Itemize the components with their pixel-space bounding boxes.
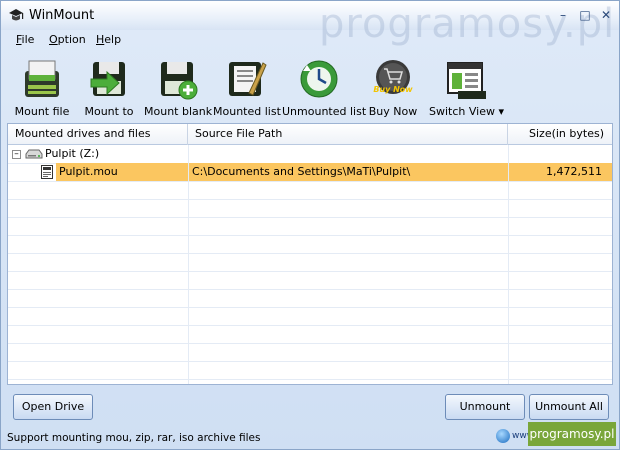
maximize-button[interactable]: □ [577,7,593,23]
shopping-cart-icon: Buy Now [373,60,413,94]
table-header: Mounted drives and files Source File Pat… [8,124,612,145]
minimize-button[interactable]: – [555,7,571,23]
divider [8,217,612,218]
divider [8,379,612,380]
unmounted-list-button[interactable]: Unmounted list [282,51,367,123]
drive-icon [25,149,43,159]
mount-file-label: Mount file [14,105,70,118]
unmount-button[interactable]: Unmount [445,394,525,420]
divider [8,271,612,272]
unmounted-list-label: Unmounted list [282,105,367,118]
divider [8,325,612,326]
mounted-files-table: Mounted drives and files Source File Pat… [7,123,613,385]
toolbar: Mount file Mount to Mount blank Mounted … [1,51,619,123]
mount-file-button[interactable]: Mount file [11,51,73,123]
mount-to-label: Mount to [84,105,134,118]
window-title: WinMount [29,8,95,23]
watermark-badge: programosy.pl [528,422,616,446]
path-cell: C:\Documents and Settings\MaTi\Pulpit\ [189,163,508,181]
mounted-list-button[interactable]: Mounted list [213,51,281,123]
title-bar: WinMount programosy.pl – □ ✕ [1,1,619,47]
unmounted-list-icon [300,60,338,98]
menu-help[interactable]: Help [96,33,121,46]
winmount-app-icon [9,9,24,21]
buy-now-label: Buy Now [368,105,418,118]
status-text: Support mounting mou, zip, rar, iso arch… [7,432,261,444]
buy-now-badge-text: Buy Now [373,85,413,94]
divider [8,343,612,344]
app-window: WinMount programosy.pl – □ ✕ File Option… [0,0,620,450]
size-cell: 1,472,511 [509,163,612,181]
menu-bar: File Option Help [1,30,619,50]
divider [8,199,612,200]
menu-file[interactable]: File [16,33,34,46]
unmount-all-button[interactable]: Unmount All [529,394,609,420]
mou-file-icon [41,165,53,179]
file-name: Pulpit.mou [59,165,118,178]
name-cell: Pulpit.mou [56,163,188,181]
globe-icon [496,429,510,443]
divider [8,307,612,308]
divider [8,181,612,182]
col-mounted-drives[interactable]: Mounted drives and files [8,124,188,145]
mounted-list-label: Mounted list [213,105,281,118]
mount-to-button[interactable]: Mount to [81,51,137,123]
table-row[interactable]: Pulpit.mou C:\Documents and Settings\MaT… [8,163,612,181]
drive-label: Pulpit (Z:) [45,147,100,160]
collapse-toggle[interactable]: – [12,150,21,159]
menu-option[interactable]: Option [49,33,86,46]
switch-view-icon [447,62,486,99]
mount-blank-label: Mount blank [144,105,213,118]
drive-row[interactable]: – Pulpit (Z:) [8,145,612,163]
divider [8,361,612,362]
open-drive-button[interactable]: Open Drive [13,394,93,420]
divider [8,289,612,290]
col-source-path[interactable]: Source File Path [188,124,508,145]
mount-to-icon [90,62,125,96]
buy-now-button[interactable]: Buy Now Buy Now [363,51,423,123]
mount-blank-button[interactable]: Mount blank [144,51,213,123]
switch-view-button[interactable]: Switch View ▾ [429,51,504,123]
divider [8,235,612,236]
switch-view-label: Switch View ▾ [429,105,504,118]
mount-file-icon [25,60,59,97]
close-button[interactable]: ✕ [598,7,614,23]
mount-blank-icon [161,62,198,100]
divider [8,253,612,254]
col-size[interactable]: Size(in bytes) [508,124,612,145]
mounted-list-icon [229,62,267,96]
